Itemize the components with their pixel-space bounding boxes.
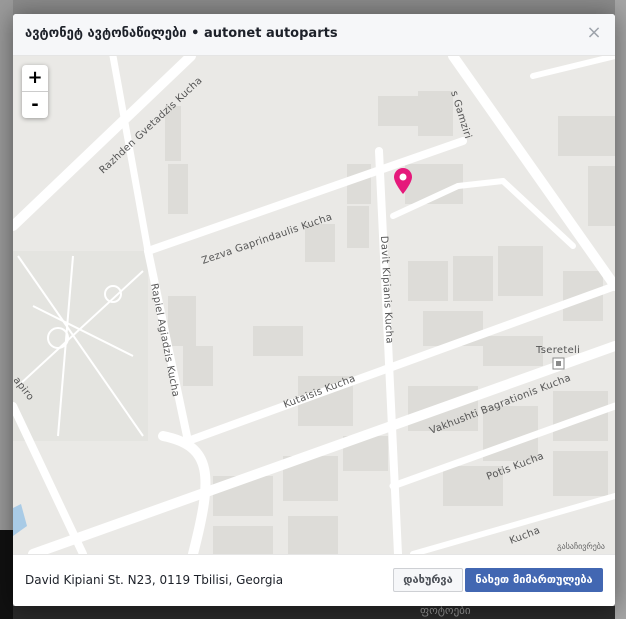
- close-button[interactable]: დახურვა: [393, 568, 463, 592]
- dialog-header: ავტონეტ ავტონაწილები • autonet autoparts…: [13, 14, 615, 56]
- background-right-panel: [615, 0, 626, 619]
- dialog-title: ავტონეტ ავტონაწილები • autonet autoparts: [25, 26, 338, 41]
- poi-label-tsereteli: Tsereteli: [535, 345, 580, 356]
- zoom-out-button[interactable]: -: [22, 91, 48, 118]
- zoom-control: + -: [22, 65, 48, 118]
- street-label-davit-kipianis: Davit Kipianis Kucha: [378, 236, 395, 345]
- dialog-footer: David Kipiani St. N23, 0119 Tbilisi, Geo…: [13, 554, 615, 606]
- close-icon[interactable]: ×: [584, 23, 604, 43]
- lake: [13, 504, 27, 536]
- background-page-strip: [0, 0, 13, 619]
- background-dark-block-bottom: [13, 606, 615, 619]
- map-dialog: ავტონეტ ავტონაწილები • autonet autoparts…: [13, 14, 615, 606]
- map-view[interactable]: Razhden Gvetadzis Kucha s Gamziri Zezva …: [13, 56, 615, 554]
- street-label-kucha: Kucha: [508, 525, 542, 547]
- map-canvas[interactable]: Razhden Gvetadzis Kucha s Gamziri Zezva …: [13, 56, 615, 554]
- background-dark-block: [0, 530, 13, 619]
- zoom-in-button[interactable]: +: [22, 65, 48, 91]
- address-text: David Kipiani St. N23, 0119 Tbilisi, Geo…: [25, 573, 284, 587]
- directions-button[interactable]: ნახეთ მიმართულება: [465, 568, 603, 592]
- map-attribution[interactable]: გასაჩივრება: [557, 542, 605, 551]
